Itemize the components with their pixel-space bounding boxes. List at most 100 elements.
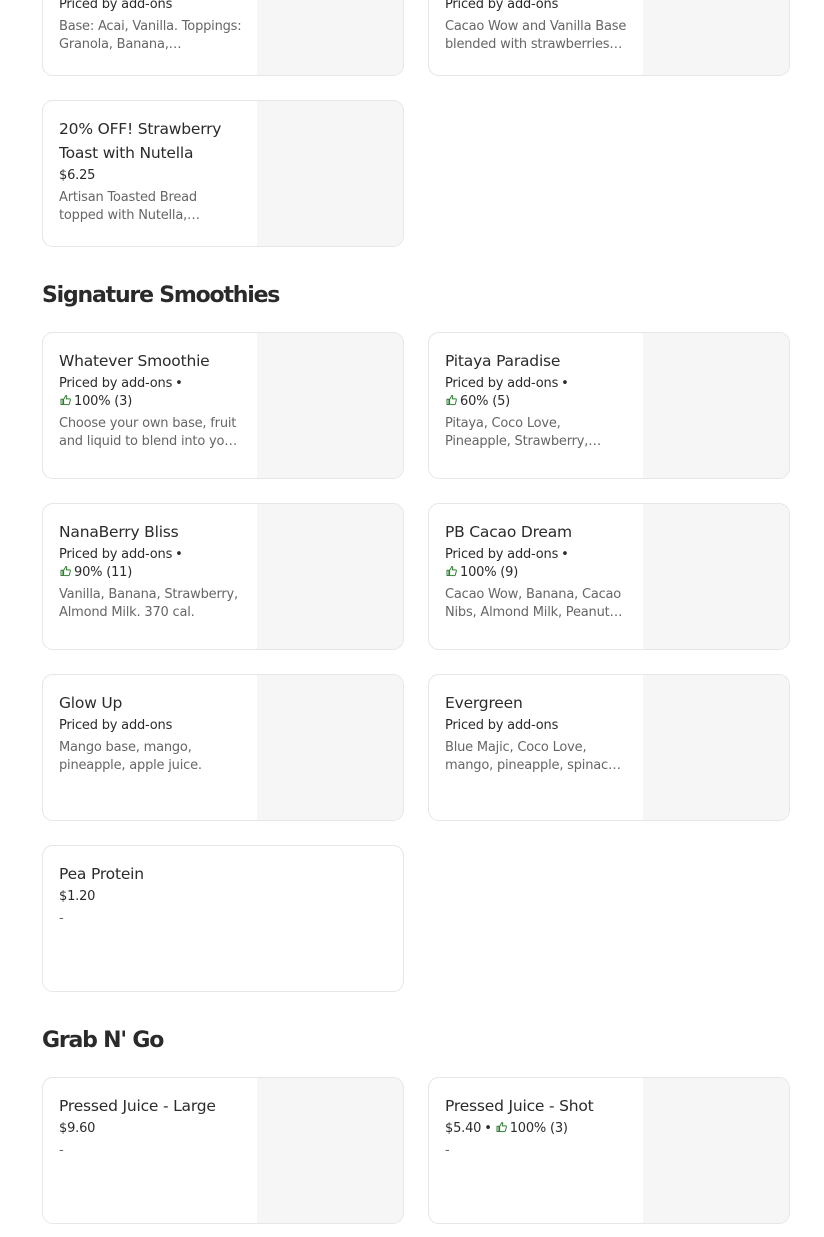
separator-dot: • xyxy=(561,547,569,562)
menu-item-meta: Priced by add-ons • 100% (9) xyxy=(445,546,629,582)
menu-item-info: Pitaya Paradise Priced by add-ons • 60% (5)… xyxy=(445,349,629,451)
menu-item-meta: $5.40 • 100% (3) xyxy=(445,1120,629,1138)
menu-item-rating: 60% (5) xyxy=(445,394,510,409)
menu-page: Everbowl Twist with Nutella BowlPriced b… xyxy=(0,0,824,1237)
menu-item-description: - xyxy=(445,1143,450,1158)
menu-item-price: Priced by add-ons xyxy=(59,718,173,733)
menu-item-meta: $1.20 xyxy=(59,888,379,906)
menu-item-meta: Priced by add-ons xyxy=(59,717,243,735)
thumbs-up-icon xyxy=(60,395,71,406)
menu-item-description: - xyxy=(59,911,64,926)
menu-item-info: Pressed Juice - Shot $5.40 • 100% (3) - xyxy=(445,1094,629,1160)
menu-item-info: Chocolate Strawberry with Nutella Smooth… xyxy=(445,0,629,54)
menu-item-card[interactable]: Evergreen Priced by add-ons Blue Majic, Co… xyxy=(428,674,790,821)
menu-item-meta: $6.25 xyxy=(59,167,243,185)
menu-item-title: Evergreen xyxy=(445,694,523,712)
menu-item-description: Cacao Wow, Banana, Cacao Nibs, Almond Mi… xyxy=(445,587,622,620)
thumbs-up-icon xyxy=(496,1122,507,1133)
menu-item-price: Priced by add-ons xyxy=(59,376,173,391)
menu-item-price: Priced by add-ons xyxy=(445,718,559,733)
menu-item-description: Pitaya, Coco Love, Pineapple, Strawberry… xyxy=(445,416,589,449)
menu-item-card[interactable]: Pitaya Paradise Priced by add-ons • 60% (5)… xyxy=(428,332,790,479)
menu-item-description: Mango base, mango, pineapple, apple juic… xyxy=(59,740,202,773)
menu-item-rating: 100% (3) xyxy=(495,1121,568,1136)
menu-item-card[interactable]: PB Cacao Dream Priced by add-ons • 100% (9)… xyxy=(428,503,790,650)
menu-item-price: $6.25 xyxy=(59,168,96,183)
menu-item-price: Priced by add-ons xyxy=(59,0,173,12)
thumbs-up-icon xyxy=(60,566,71,577)
menu-item-grid: Pressed Juice - Large $9.60- Pressed Juice… xyxy=(42,1077,824,1224)
menu-item-price: $5.40 xyxy=(445,1121,482,1136)
menu-item-title: Pitaya Paradise xyxy=(445,352,561,370)
menu-item-meta: Priced by add-ons • 90% (11) xyxy=(59,546,243,582)
menu-item-image-placeholder xyxy=(257,0,403,75)
thumbs-up-icon xyxy=(446,566,457,577)
menu-item-card[interactable]: Pressed Juice - Large $9.60 - xyxy=(42,1077,404,1224)
menu-item-image-placeholder xyxy=(643,0,789,75)
rating-value: 60% (5) xyxy=(460,394,511,409)
rating-value: 100% (3) xyxy=(509,1121,568,1136)
separator-dot: • xyxy=(561,376,569,391)
menu-section-signature-smoothies: Signature Smoothies Whatever Smoothie Pric… xyxy=(0,259,824,992)
rating-value: 100% (9) xyxy=(460,565,519,580)
menu-item-card[interactable]: NanaBerry Bliss Priced by add-ons • 90% (11… xyxy=(42,503,404,650)
menu-item-description: Cacao Wow and Vanilla Base blended with … xyxy=(445,19,627,52)
menu-item-title: Glow Up xyxy=(59,694,123,712)
menu-item-meta: Priced by add-ons xyxy=(445,0,629,14)
menu-item-description: - xyxy=(59,1143,64,1158)
menu-item-card[interactable]: Pea Protein $1.20 - xyxy=(42,845,404,992)
menu-item-title: 20% OFF! Strawberry Toast with Nutella xyxy=(59,120,222,162)
menu-item-description: Artisan Toasted Bread topped with Nutell… xyxy=(59,190,197,223)
menu-item-card[interactable]: Whatever Smoothie Priced by add-ons • 100% … xyxy=(42,332,404,479)
menu-item-price: $9.60 xyxy=(59,1121,96,1136)
menu-item-meta: $9.60 xyxy=(59,1120,243,1138)
menu-item-card[interactable]: 20% OFF! Strawberry Toast with Nutella $6… xyxy=(42,100,404,247)
menu-item-card[interactable]: Glow Up Priced by add-ons Mango base, mang… xyxy=(42,674,404,821)
menu-item-card[interactable]: Everbowl Twist with Nutella BowlPriced b… xyxy=(42,0,404,76)
rating-value: 100% (3) xyxy=(74,394,133,409)
menu-item-rating: 90% (11) xyxy=(59,565,132,580)
menu-item-info: Everbowl Twist with Nutella BowlPriced b… xyxy=(59,0,243,54)
section-title: Grab N' Go xyxy=(42,1028,164,1053)
menu-item-info: Evergreen Priced by add-ons Blue Majic, Co… xyxy=(445,691,629,775)
menu-item-card[interactable]: Chocolate Strawberry with Nutella Smooth… xyxy=(428,0,790,76)
menu-item-image-placeholder xyxy=(643,1078,789,1223)
menu-item-info: Glow Up Priced by add-ons Mango base, mang… xyxy=(59,691,243,775)
separator-dot: • xyxy=(484,1121,492,1136)
menu-item-description: Blue Majic, Coco Love, mango, pineapple,… xyxy=(445,740,620,773)
menu-section-top: Everbowl Twist with Nutella BowlPriced b… xyxy=(0,0,824,247)
menu-item-description: Vanilla, Banana, Strawberry, Almond Milk… xyxy=(59,587,238,620)
menu-item-image-placeholder xyxy=(643,504,789,649)
menu-item-info: Pea Protein $1.20 - xyxy=(59,862,379,928)
menu-item-title: PB Cacao Dream xyxy=(445,523,572,541)
separator-dot: • xyxy=(175,547,183,562)
menu-item-title: Pressed Juice - Shot xyxy=(445,1097,594,1115)
menu-item-rating: 100% (9) xyxy=(445,565,518,580)
menu-item-image-placeholder xyxy=(643,675,789,820)
menu-item-card[interactable]: Pressed Juice - Shot $5.40 • 100% (3) - xyxy=(428,1077,790,1224)
menu-item-image-placeholder xyxy=(257,1078,403,1223)
menu-item-grid: Everbowl Twist with Nutella BowlPriced b… xyxy=(42,0,824,247)
menu-section-grab-n-go: Grab N' Go Pressed Juice - Large $9.60- Pre… xyxy=(0,1004,824,1224)
menu-item-meta: Priced by add-ons xyxy=(445,717,629,735)
menu-item-price: Priced by add-ons xyxy=(445,0,559,12)
section-title: Signature Smoothies xyxy=(42,283,280,308)
menu-item-meta: Priced by add-ons xyxy=(59,0,243,14)
menu-item-image-placeholder xyxy=(257,333,403,478)
menu-item-price: Priced by add-ons xyxy=(445,376,559,391)
menu-item-title: NanaBerry Bliss xyxy=(59,523,179,541)
menu-item-meta: Priced by add-ons • 60% (5) xyxy=(445,375,629,411)
menu-item-image-placeholder xyxy=(643,333,789,478)
menu-item-info: PB Cacao Dream Priced by add-ons • 100% (9)… xyxy=(445,520,629,622)
thumbs-up-icon xyxy=(446,395,457,406)
menu-item-description: Choose your own base, fruit and liquid t… xyxy=(59,416,238,449)
menu-item-price: Priced by add-ons xyxy=(445,547,559,562)
menu-item-description: Base: Acai, Vanilla. Toppings: Granola, … xyxy=(59,19,242,52)
menu-item-image-placeholder xyxy=(257,101,403,246)
menu-item-info: 20% OFF! Strawberry Toast with Nutella $6… xyxy=(59,117,243,225)
menu-item-price: $1.20 xyxy=(59,889,96,904)
menu-item-image-placeholder xyxy=(257,675,403,820)
menu-list: Everbowl Twist with Nutella BowlPriced b… xyxy=(0,0,824,1224)
menu-item-price: Priced by add-ons xyxy=(59,547,173,562)
menu-item-rating: 100% (3) xyxy=(59,394,132,409)
